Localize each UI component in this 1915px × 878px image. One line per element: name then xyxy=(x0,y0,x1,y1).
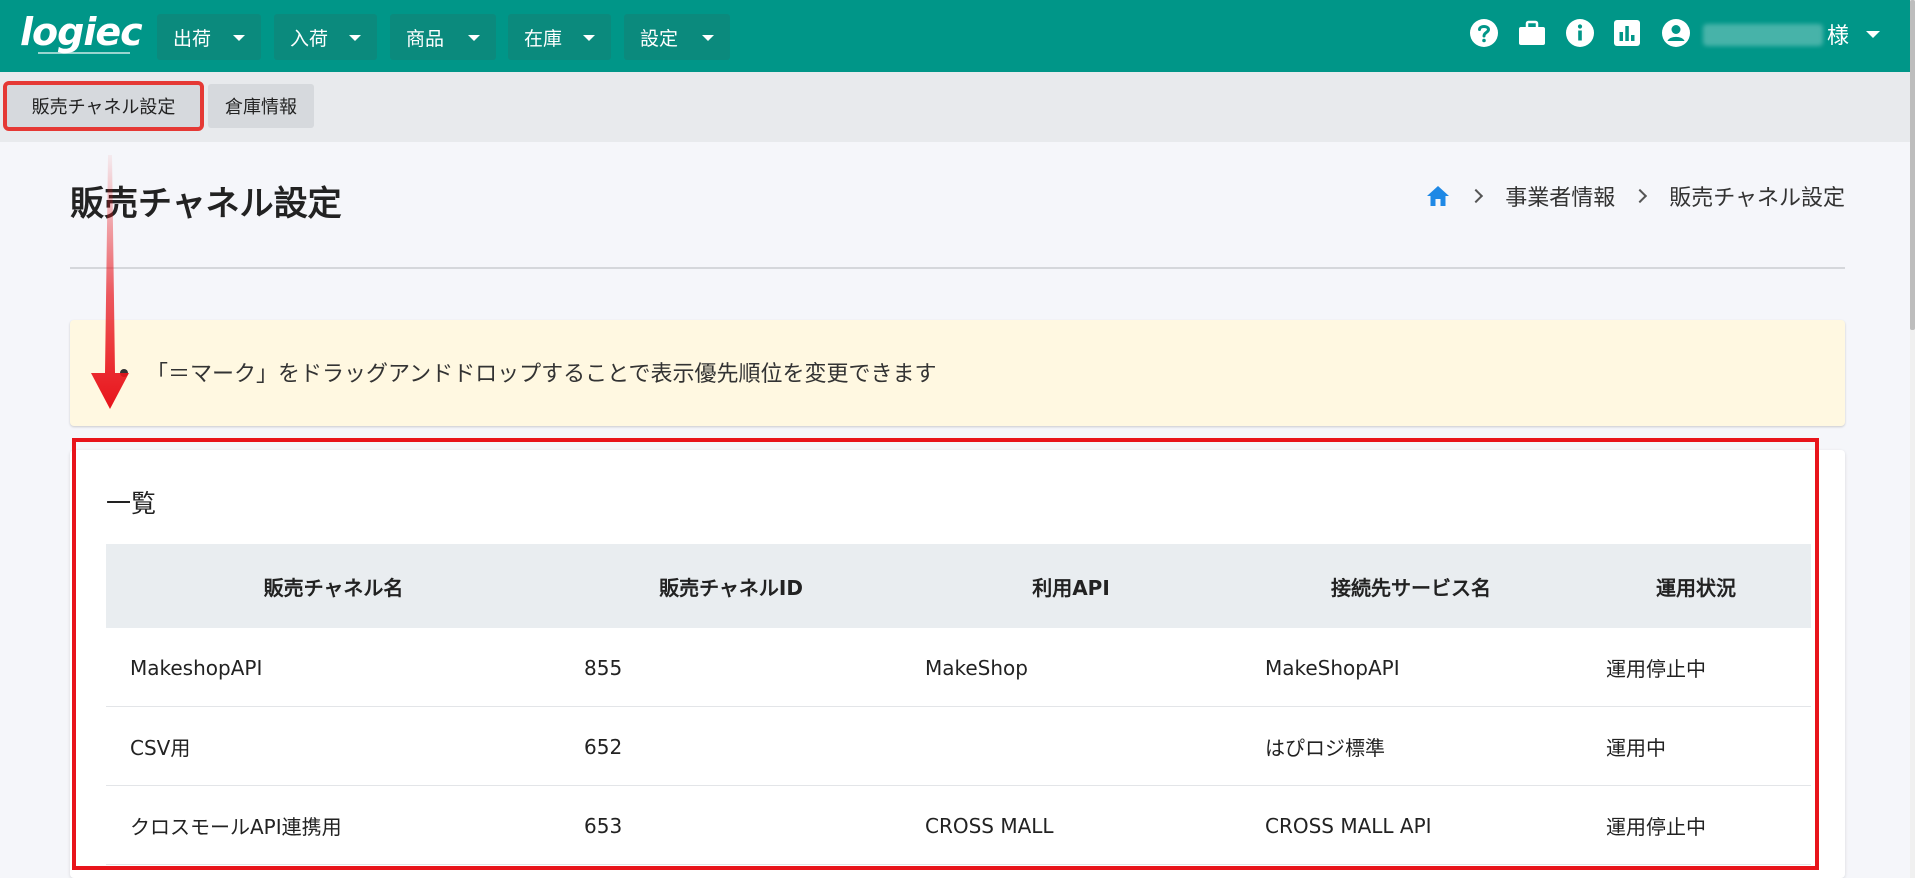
caret-down-icon xyxy=(233,35,245,41)
cell-api: CROSS MALL xyxy=(925,813,1054,838)
notice-text: 「＝マーク」をドラッグアンドドロップすることで表示優先順位を変更できます xyxy=(146,362,937,387)
cell-status: 運用中 xyxy=(1606,736,1666,760)
breadcrumb-business-info[interactable]: 事業者情報 xyxy=(1505,180,1615,212)
user-menu-caret-icon[interactable] xyxy=(1866,31,1880,38)
column-header-service-name: 接続先サービス名 xyxy=(1331,575,1491,600)
cell-service-name: CROSS MALL API xyxy=(1265,813,1432,838)
menu-label: 商品 xyxy=(406,27,445,50)
breadcrumb: 事業者情報 販売チャネル設定 xyxy=(1425,180,1845,212)
menu-shipping[interactable]: 出荷 xyxy=(157,14,261,60)
cell-channel-id: 653 xyxy=(584,813,623,838)
column-header-api: 利用API xyxy=(1032,575,1110,600)
cell-channel-name: CSV用 xyxy=(130,736,191,760)
column-header-channel-id: 販売チャネルID xyxy=(659,575,803,600)
table-row[interactable]: クロスモールAPI連携用 653 CROSS MALL CROSS MALL A… xyxy=(106,786,1811,865)
caret-down-icon xyxy=(702,35,714,41)
table-row[interactable]: CSV用 652 はぴロジ標準 運用中 xyxy=(106,707,1811,786)
info-notice: 「＝マーク」をドラッグアンドドロップすることで表示優先順位を変更できます xyxy=(70,320,1845,426)
page-scrollbar[interactable] xyxy=(1910,0,1915,878)
list-title: 一覧 xyxy=(106,489,157,518)
briefcase-icon[interactable] xyxy=(1517,18,1547,48)
caret-down-icon xyxy=(583,35,595,41)
cell-service-name: はぴロジ標準 xyxy=(1265,736,1385,760)
menu-label: 在庫 xyxy=(524,27,563,50)
title-divider xyxy=(70,267,1845,269)
chart-icon[interactable] xyxy=(1612,18,1642,48)
chevron-right-icon xyxy=(1469,188,1484,204)
menu-products[interactable]: 商品 xyxy=(390,14,496,60)
chevron-right-icon xyxy=(1633,188,1648,204)
column-header-status: 運用状況 xyxy=(1656,575,1736,600)
menu-settings[interactable]: 設定 xyxy=(624,14,730,60)
caret-down-icon xyxy=(468,35,480,41)
cell-status: 運用停止中 xyxy=(1606,815,1706,839)
menu-inventory[interactable]: 在庫 xyxy=(508,14,611,60)
subtab-warehouse-info[interactable]: 倉庫情報 xyxy=(208,84,314,128)
user-name-redacted[interactable] xyxy=(1703,24,1823,46)
help-icon[interactable] xyxy=(1469,18,1499,48)
breadcrumb-current: 販売チャネル設定 xyxy=(1669,186,1845,211)
cell-status: 運用停止中 xyxy=(1606,657,1706,681)
column-header-channel-name: 販売チャネル名 xyxy=(263,575,404,600)
table-header: 販売チャネル名 販売チャネルID 利用API 接続先サービス名 運用状況 xyxy=(106,544,1811,628)
user-suffix: 様 xyxy=(1827,24,1850,49)
home-icon[interactable] xyxy=(1425,184,1451,208)
logiec-logo[interactable]: logiec xyxy=(20,10,143,60)
top-navbar: logiec 出荷 入荷 商品 在庫 設定 様 xyxy=(0,0,1910,72)
list-card: 一覧 販売チャネル名 販売チャネルID 利用API 接続先サービス名 運用状況 … xyxy=(70,450,1845,878)
cell-service-name: MakeShopAPI xyxy=(1265,655,1400,680)
menu-label: 出荷 xyxy=(173,27,212,50)
cell-channel-name: クロスモールAPI連携用 xyxy=(130,815,342,839)
user-icon[interactable] xyxy=(1661,18,1691,48)
cell-channel-id: 855 xyxy=(584,655,623,680)
scroll-thumb[interactable] xyxy=(1910,0,1915,330)
cell-channel-id: 652 xyxy=(584,734,623,759)
subtab-sales-channel-settings[interactable]: 販売チャネル設定 xyxy=(3,81,204,131)
cell-channel-name: MakeshopAPI xyxy=(130,655,263,680)
menu-label: 入荷 xyxy=(290,27,329,50)
cell-api: MakeShop xyxy=(925,655,1028,680)
caret-down-icon xyxy=(349,35,361,41)
info-icon[interactable] xyxy=(1565,18,1595,48)
logo-text: logiec xyxy=(20,10,143,54)
annotation-arrow-icon xyxy=(91,155,129,409)
menu-receiving[interactable]: 入荷 xyxy=(274,14,377,60)
table-row[interactable]: MakeshopAPI 855 MakeShop MakeShopAPI 運用停… xyxy=(106,628,1811,707)
menu-label: 設定 xyxy=(640,27,679,50)
